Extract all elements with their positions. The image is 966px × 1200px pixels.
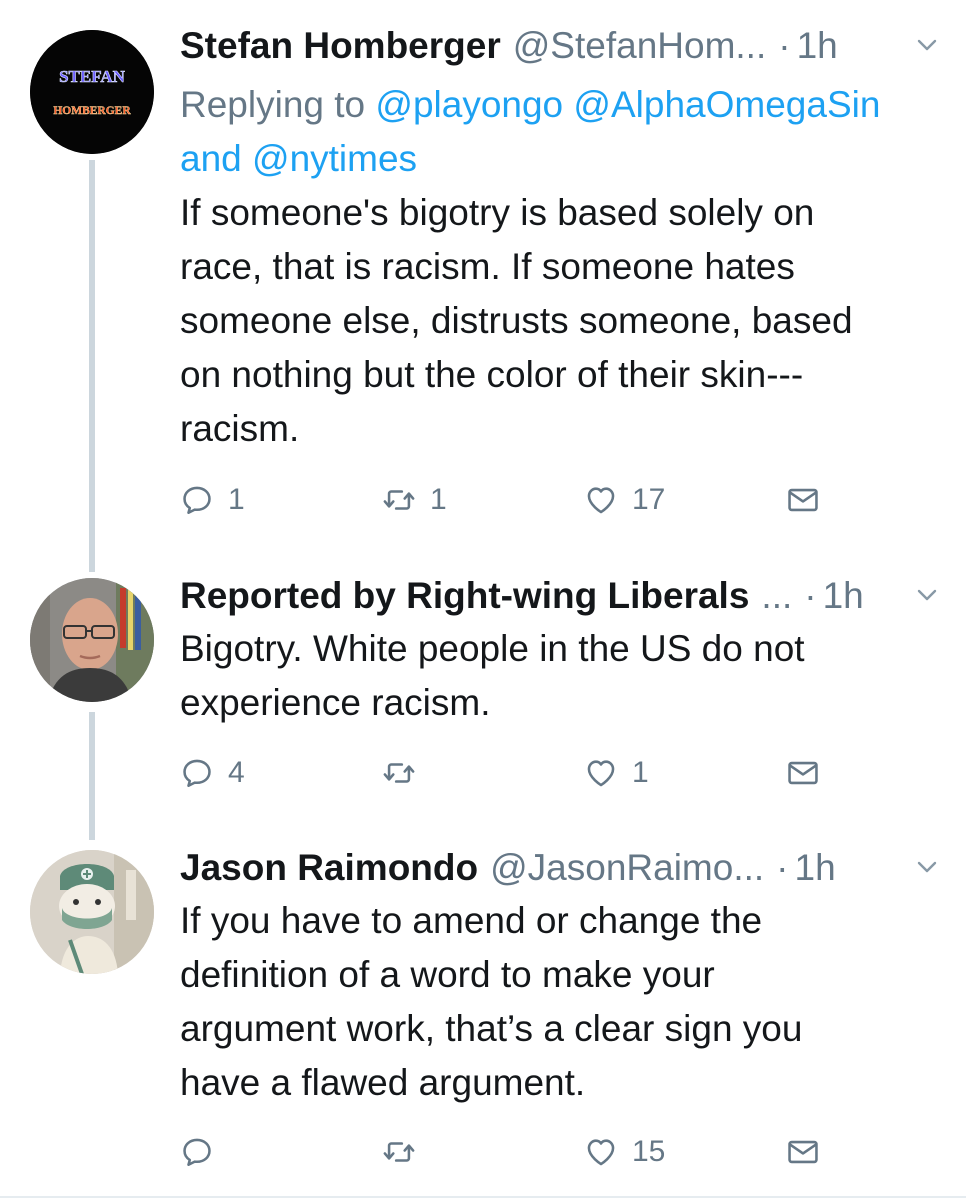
retweet-icon xyxy=(383,763,415,783)
tweet-text-line: race, that is racism. If someone hates xyxy=(180,246,795,287)
avatar-text-bottom: HOMBERGER xyxy=(53,105,131,117)
tweet-text-line: have a flawed argument. xyxy=(180,1062,586,1103)
author-handle[interactable]: @JasonRaimo... xyxy=(490,847,764,889)
tweet-text-line: someone else, distrusts someone, based xyxy=(180,300,853,341)
tweet-text: Bigotry. White people in the US do not e… xyxy=(180,622,946,730)
replying-to: Replying to @playongo @AlphaOmegaSin and… xyxy=(180,78,946,186)
like-count: 17 xyxy=(632,483,666,516)
dm-button[interactable] xyxy=(786,753,820,793)
separator-dot: · xyxy=(776,847,789,888)
reply-button[interactable]: 1 xyxy=(180,480,245,520)
separator-dot: · xyxy=(778,25,791,66)
tweet-text-line: argument work, that’s a clear sign you xyxy=(180,1008,803,1049)
heart-icon xyxy=(587,760,615,787)
heart-icon xyxy=(587,1139,615,1166)
tweet-text: If someone's bigotry is based solely on … xyxy=(180,186,946,456)
reply-button[interactable] xyxy=(180,1132,228,1172)
avatar-image xyxy=(30,850,154,974)
reply-icon xyxy=(183,486,211,515)
tweet-actions: 1 1 17 xyxy=(180,480,940,520)
like-count: 1 xyxy=(632,756,649,789)
tweet-time[interactable]: 1h xyxy=(795,847,836,889)
retweet-icon xyxy=(383,1142,415,1162)
retweet-icon xyxy=(383,490,415,510)
reply-button[interactable]: 4 xyxy=(180,753,245,793)
tweet[interactable]: Reported by Right-wing Liberals ... · 1h… xyxy=(0,570,966,810)
tweet-content: Jason Raimondo @JasonRaimo... · 1h If yo… xyxy=(180,842,946,1110)
avatar-text-top: STEFAN xyxy=(59,67,126,86)
author-name[interactable]: Jason Raimondo xyxy=(180,847,478,889)
tweet[interactable]: STEFAN HOMBERGER Stefan Homberger @Stefa… xyxy=(0,20,966,540)
avatar[interactable] xyxy=(30,578,154,702)
author-name[interactable]: Stefan Homberger xyxy=(180,25,501,67)
reply-count: 4 xyxy=(228,756,245,789)
reply-icon xyxy=(183,1138,211,1167)
tweet-header: Jason Raimondo @JasonRaimo... · 1h xyxy=(180,842,946,894)
replying-to-and: and xyxy=(180,138,242,179)
like-button[interactable]: 15 xyxy=(584,1132,665,1172)
dm-button[interactable] xyxy=(786,1132,820,1172)
tweet-text-line: If someone's bigotry is based solely on xyxy=(180,192,815,233)
avatar[interactable]: STEFAN HOMBERGER xyxy=(30,30,154,154)
reply-icon xyxy=(183,759,211,788)
avatar[interactable] xyxy=(30,850,154,974)
heart-icon xyxy=(587,487,615,514)
chevron-down-icon[interactable] xyxy=(916,34,938,56)
author-name[interactable]: Reported by Right-wing Liberals xyxy=(180,575,749,617)
retweet-button[interactable]: 1 xyxy=(382,480,447,520)
dm-button[interactable] xyxy=(786,480,820,520)
tweet-header: Reported by Right-wing Liberals ... · 1h xyxy=(180,570,946,622)
tweet-actions: 4 1 xyxy=(180,753,940,793)
tweet-text-line: Bigotry. White people in the US do not xyxy=(180,628,805,669)
mail-icon xyxy=(788,488,818,512)
tweet-header: Stefan Homberger @StefanHom... · 1h xyxy=(180,20,946,72)
retweet-button[interactable] xyxy=(382,753,430,793)
tweet[interactable]: Jason Raimondo @JasonRaimo... · 1h If yo… xyxy=(0,842,966,1182)
retweet-button[interactable] xyxy=(382,1132,430,1172)
tweet-actions: 15 xyxy=(180,1132,940,1172)
tweet-time[interactable]: 1h xyxy=(797,25,838,67)
tweet-text-line: If you have to amend or change the xyxy=(180,900,763,941)
mail-icon xyxy=(788,761,818,785)
like-button[interactable]: 1 xyxy=(584,753,649,793)
mention-link[interactable]: @AlphaOmegaSin xyxy=(573,84,880,125)
tweet-text-line: on nothing but the color of their skin--… xyxy=(180,354,804,395)
mention-link[interactable]: @nytimes xyxy=(252,138,417,179)
avatar-image xyxy=(30,578,154,702)
tweet-text-line: racism. xyxy=(180,408,300,449)
replying-to-label: Replying to xyxy=(180,84,366,125)
mail-icon xyxy=(788,1140,818,1164)
retweet-count: 1 xyxy=(430,483,447,516)
divider xyxy=(0,1196,966,1198)
tweet-time[interactable]: 1h xyxy=(823,575,864,617)
tweet-content: Reported by Right-wing Liberals ... · 1h… xyxy=(180,570,946,730)
like-count: 15 xyxy=(632,1135,666,1168)
reply-count: 1 xyxy=(228,483,245,516)
chevron-down-icon[interactable] xyxy=(916,584,938,606)
tweet-text: If you have to amend or change the defin… xyxy=(180,894,946,1110)
avatar-image: STEFAN HOMBERGER xyxy=(30,30,154,154)
mention-link[interactable]: @playongo xyxy=(375,84,563,125)
tweet-content: Stefan Homberger @StefanHom... · 1h Repl… xyxy=(180,20,946,456)
tweet-text-line: experience racism. xyxy=(180,682,491,723)
chevron-down-icon[interactable] xyxy=(916,856,938,878)
author-handle[interactable]: ... xyxy=(761,575,792,617)
author-handle[interactable]: @StefanHom... xyxy=(513,25,767,67)
separator-dot: · xyxy=(804,575,817,616)
tweet-text-line: definition of a word to make your xyxy=(180,954,715,995)
like-button[interactable]: 17 xyxy=(584,480,665,520)
